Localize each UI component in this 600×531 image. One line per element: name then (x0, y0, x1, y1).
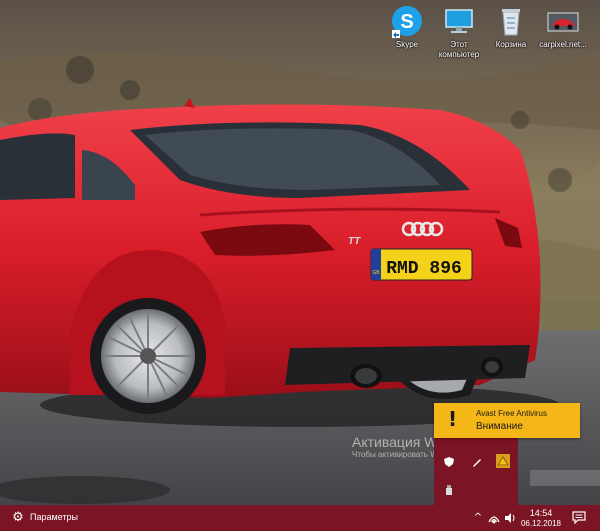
avast-tray-icon[interactable] (496, 454, 510, 468)
recycle-bin-icon (494, 4, 528, 38)
plate-number: RMD 896 (386, 259, 462, 279)
clock-time: 14:54 (529, 508, 553, 518)
computer-icon (442, 4, 476, 38)
desktop-icon-label: carpixel.net... (539, 40, 587, 49)
taskbar-clock[interactable]: 14:54 06.12.2018 (520, 508, 562, 529)
pen-icon[interactable] (470, 455, 484, 469)
clock-date: 06.12.2018 (520, 519, 562, 528)
gear-icon[interactable]: ⚙ (10, 510, 26, 526)
car-image-icon (546, 4, 580, 38)
wifi-icon[interactable] (487, 511, 501, 525)
toast-app-name: Avast Free Antivirus (476, 409, 547, 418)
chevron-up-icon[interactable]: ^ (471, 511, 485, 525)
warning-exclamation-icon: ! (448, 407, 458, 431)
toast-message: Внимание (476, 421, 523, 432)
desktop-icon-carpixel[interactable]: carpixel.net... (532, 4, 594, 50)
avast-notification-toast[interactable]: ! Avast Free Antivirus Внимание (434, 403, 580, 438)
usb-eject-icon[interactable] (442, 483, 456, 497)
shield-icon[interactable] (442, 455, 456, 469)
skype-icon: S (390, 4, 424, 38)
settings-taskbar-label[interactable]: Параметры (30, 512, 78, 522)
notification-center-icon[interactable] (572, 511, 586, 525)
volume-icon[interactable] (503, 511, 517, 525)
taskbar: ⚙ Параметры ^ 14:54 06.12.2018 (0, 505, 600, 531)
tray-overflow-panel (434, 438, 518, 505)
plate-country: GB (372, 270, 380, 276)
svg-text:S: S (400, 11, 413, 33)
model-badge: TT (348, 236, 361, 247)
